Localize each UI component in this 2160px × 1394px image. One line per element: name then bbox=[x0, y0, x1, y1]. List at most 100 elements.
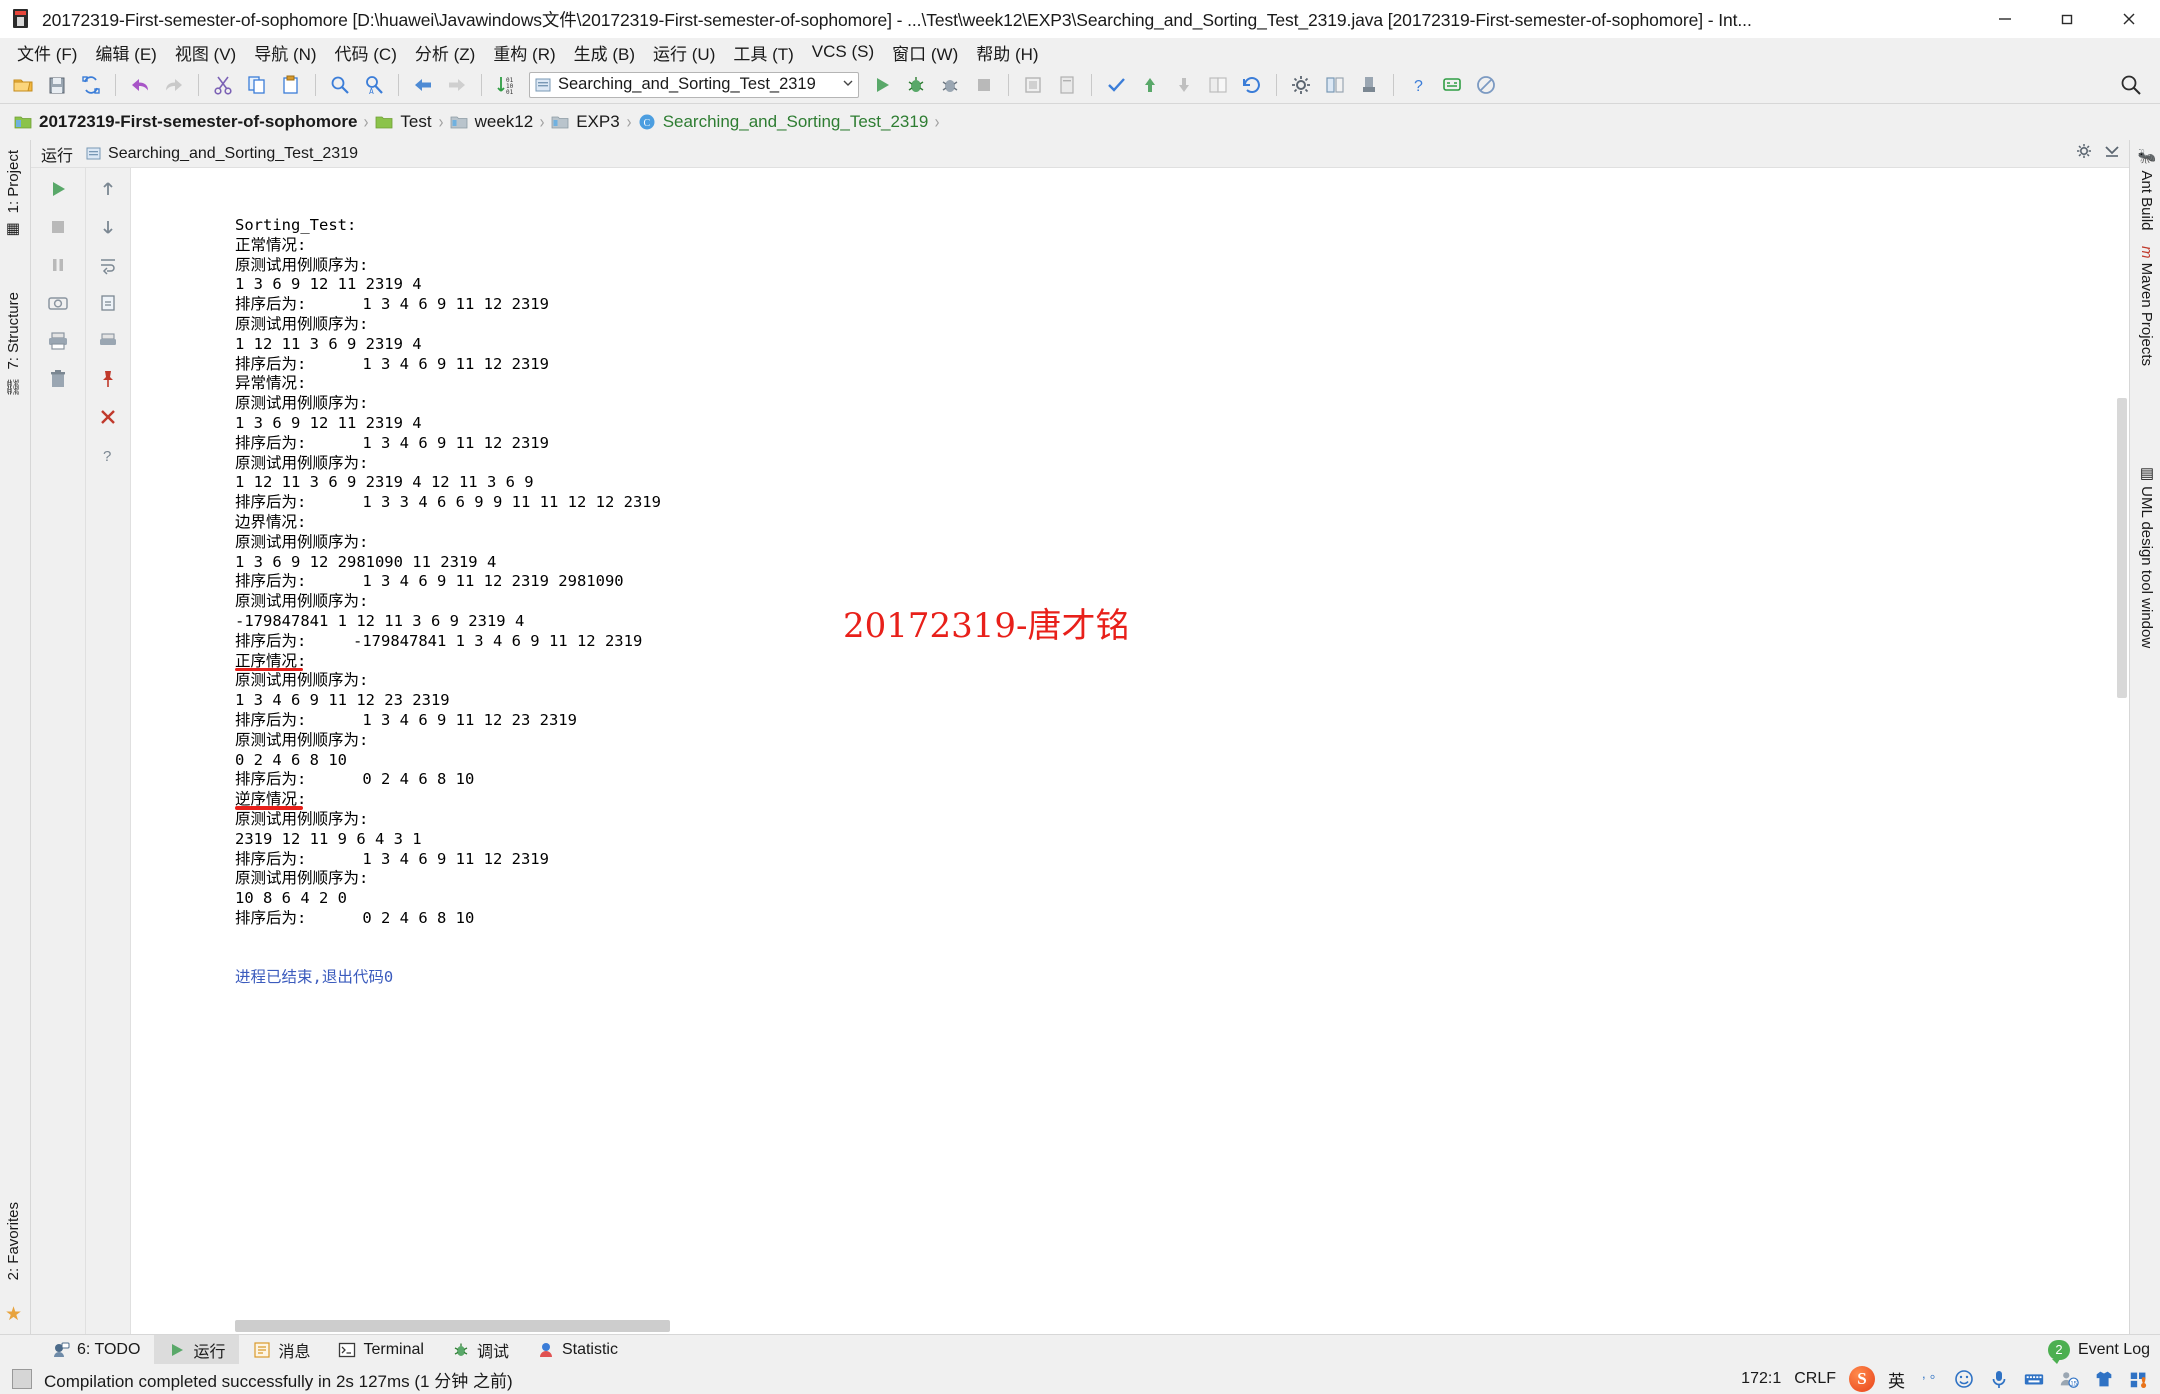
menu-tools[interactable]: 工具 (T) bbox=[724, 37, 802, 68]
event-log-button[interactable]: 2 Event Log bbox=[2047, 1339, 2150, 1364]
bottom-item-run[interactable]: 运行 bbox=[154, 1334, 240, 1365]
sidebar-item-project[interactable]: ▦ 1: Project bbox=[2, 146, 26, 244]
sidebar-item-ant-build[interactable]: 🐜 Ant Build bbox=[2134, 144, 2158, 235]
menu-edit[interactable]: 编辑 (E) bbox=[86, 37, 165, 68]
status-square-icon[interactable] bbox=[12, 1369, 32, 1389]
breadcrumb-item-class[interactable]: C Searching_and_Sorting_Test_2319 bbox=[638, 112, 928, 132]
console-line: 1 3 6 9 12 11 2319 4 bbox=[235, 413, 422, 432]
menu-window[interactable]: 窗口 (W) bbox=[883, 37, 967, 68]
pause-icon bbox=[43, 250, 73, 280]
console-horizontal-scrollbar[interactable] bbox=[235, 1320, 2129, 1332]
soft-wrap-icon[interactable] bbox=[93, 250, 123, 280]
bottom-item-statistic[interactable]: Statistic bbox=[523, 1335, 632, 1365]
run-icon[interactable] bbox=[867, 70, 897, 100]
rerun-green-icon[interactable] bbox=[43, 174, 73, 204]
menu-navigate[interactable]: 导航 (N) bbox=[245, 37, 325, 68]
menu-refactor[interactable]: 重构 (R) bbox=[484, 37, 564, 68]
undo-icon[interactable] bbox=[125, 70, 155, 100]
ime-mode-label[interactable]: 英 bbox=[1888, 1367, 1905, 1392]
help-icon[interactable]: ? bbox=[1403, 70, 1433, 100]
undo-vcs-icon[interactable] bbox=[1237, 70, 1267, 100]
checkmark-inspect-icon[interactable] bbox=[1101, 70, 1131, 100]
sidebar-item-structure[interactable]: ⛓ 7: Structure bbox=[2, 288, 26, 401]
punctuation-icon[interactable]: ,。 bbox=[1918, 1368, 1940, 1390]
toolbox-icon[interactable] bbox=[2128, 1368, 2150, 1390]
breadcrumb-item-exp3[interactable]: EXP3 bbox=[551, 112, 620, 132]
sdk-manager-icon[interactable] bbox=[1354, 70, 1384, 100]
bottom-item-todo[interactable]: 6: TODO bbox=[38, 1335, 154, 1365]
camera-icon[interactable] bbox=[43, 288, 73, 318]
vcs-update-icon[interactable] bbox=[1135, 70, 1165, 100]
console-vertical-scrollbar[interactable] bbox=[2115, 168, 2127, 1318]
trash-icon[interactable] bbox=[43, 364, 73, 394]
save-all-icon[interactable] bbox=[42, 70, 72, 100]
debug-icon[interactable] bbox=[901, 70, 931, 100]
menu-run[interactable]: 运行 (U) bbox=[644, 37, 724, 68]
sidebar-item-favorites[interactable]: 2: Favorites bbox=[2, 1198, 25, 1284]
bottom-item-messages[interactable]: 消息 bbox=[239, 1335, 324, 1365]
menu-build[interactable]: 生成 (B) bbox=[565, 37, 644, 68]
console-line: 1 12 11 3 6 9 2319 4 bbox=[235, 334, 422, 353]
menu-analyze[interactable]: 分析 (Z) bbox=[406, 37, 484, 68]
feedback-icon[interactable] bbox=[1437, 70, 1467, 100]
run-tool-window: 运行 Searching_and_Sorting_Test_2319 ? Sor… bbox=[31, 140, 2129, 1336]
menu-help[interactable]: 帮助 (H) bbox=[967, 37, 1047, 68]
scrollbar-thumb[interactable] bbox=[235, 1320, 670, 1332]
bottom-item-terminal[interactable]: Terminal bbox=[324, 1335, 437, 1365]
hide-window-icon[interactable] bbox=[2103, 142, 2121, 165]
console-output[interactable]: Sorting_Test: 正常情况: 原测试用例顺序为: 1 3 6 9 12… bbox=[131, 168, 2129, 1336]
scroll-up-icon[interactable] bbox=[93, 174, 123, 204]
uml-icon: ▤ bbox=[2138, 464, 2155, 482]
paste-icon[interactable] bbox=[276, 70, 306, 100]
bottom-item-debug[interactable]: 调试 bbox=[438, 1335, 523, 1365]
run-configuration-selector[interactable]: Searching_and_Sorting_Test_2319 bbox=[529, 71, 859, 98]
favorites-star-icon[interactable]: ★ bbox=[5, 1303, 22, 1326]
replace-icon[interactable]: A bbox=[359, 70, 389, 100]
menu-file[interactable]: 文件 (F) bbox=[8, 37, 86, 68]
skin-shirt-icon[interactable] bbox=[2093, 1368, 2115, 1390]
pin-tab-icon[interactable] bbox=[93, 364, 123, 394]
open-folder-icon[interactable] bbox=[8, 70, 38, 100]
chevron-down-icon[interactable] bbox=[842, 77, 854, 92]
line-separator[interactable]: CRLF bbox=[1794, 1370, 1836, 1388]
console-line: 原测试用例顺序为: bbox=[235, 869, 369, 888]
export-icon[interactable] bbox=[93, 288, 123, 318]
breadcrumb-item-test[interactable]: Test bbox=[375, 112, 432, 132]
minimize-button[interactable] bbox=[1974, 0, 2036, 38]
keyboard-icon[interactable] bbox=[2023, 1368, 2045, 1390]
run-coverage-icon[interactable] bbox=[935, 70, 965, 100]
close-icon[interactable] bbox=[93, 402, 123, 432]
search-everywhere-icon[interactable] bbox=[2116, 70, 2146, 100]
breadcrumb-item-week12[interactable]: week12 bbox=[450, 112, 533, 132]
sogou-pinyin-icon[interactable] bbox=[1849, 1366, 1875, 1392]
menu-vcs[interactable]: VCS (S) bbox=[803, 39, 883, 65]
project-structure-icon[interactable] bbox=[1320, 70, 1350, 100]
close-button[interactable] bbox=[2098, 0, 2160, 38]
emoji-icon[interactable] bbox=[1953, 1368, 1975, 1390]
no-entry-icon[interactable] bbox=[1471, 70, 1501, 100]
back-icon[interactable] bbox=[408, 70, 438, 100]
help-icon[interactable]: ? bbox=[93, 440, 123, 470]
print-icon[interactable] bbox=[43, 326, 73, 356]
copy-icon[interactable] bbox=[242, 70, 272, 100]
gear-icon[interactable] bbox=[2075, 142, 2093, 165]
scrollbar-thumb[interactable] bbox=[2117, 398, 2127, 698]
sync-refresh-icon[interactable] bbox=[76, 70, 106, 100]
maximize-button[interactable] bbox=[2036, 0, 2098, 38]
scroll-down-icon[interactable] bbox=[93, 212, 123, 242]
menu-view[interactable]: 视图 (V) bbox=[166, 37, 245, 68]
caret-position[interactable]: 172:1 bbox=[1741, 1370, 1781, 1388]
user-icon[interactable]: 15 bbox=[2058, 1368, 2080, 1390]
find-icon[interactable] bbox=[325, 70, 355, 100]
menu-code[interactable]: 代码 (C) bbox=[326, 37, 406, 68]
microphone-icon[interactable] bbox=[1988, 1368, 2010, 1390]
settings-gear-icon[interactable] bbox=[1286, 70, 1316, 100]
cut-icon[interactable] bbox=[208, 70, 238, 100]
sidebar-item-uml[interactable]: ▤ UML design tool window bbox=[2134, 460, 2158, 652]
sidebar-item-maven[interactable]: m Maven Projects bbox=[2135, 242, 2158, 370]
run-tab[interactable]: Searching_and_Sorting_Test_2319 bbox=[85, 145, 358, 163]
breadcrumb-item-project[interactable]: 20172319-First-semester-of-sophomore bbox=[14, 112, 357, 132]
print-icon[interactable] bbox=[93, 326, 123, 356]
console-line: Sorting_Test: bbox=[235, 216, 357, 234]
sort-numeric-icon[interactable]: 01 10 01 bbox=[491, 70, 521, 100]
